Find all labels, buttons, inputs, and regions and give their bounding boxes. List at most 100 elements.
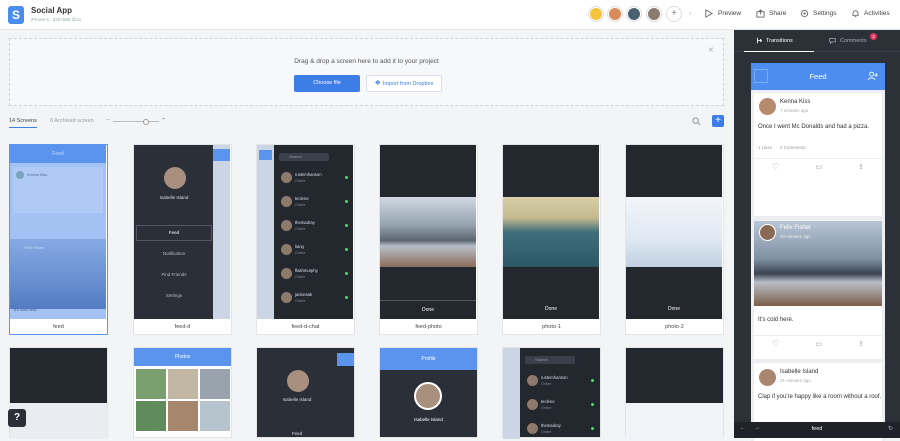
avatar[interactable] [647,7,661,21]
zoom-slider[interactable] [113,121,159,122]
chat-user-name: liang [295,244,304,249]
post-author[interactable]: Kenna Kiss [780,99,810,105]
screen-name[interactable]: feed [10,320,107,334]
screen-card-photo-1[interactable]: Done photo-1 [502,144,601,335]
add-member-button[interactable]: + [667,7,681,21]
screen-thumbnail: Isabelle Island Feed Notification Find F… [134,145,230,319]
avatar[interactable] [759,98,776,115]
avatar[interactable] [759,224,776,241]
avatar[interactable] [759,369,776,386]
gear-icon[interactable] [800,9,809,18]
share-button[interactable]: Share [769,10,786,17]
mini-feed-peek [213,145,230,319]
mini-menu-item: Notification [162,251,186,256]
comment-icon[interactable]: ▭ [815,340,822,348]
post-likes[interactable]: 1 Likes [758,145,772,150]
screen-card-profile[interactable]: Profile Isabelle Island [379,347,478,438]
heart-icon[interactable]: ♡ [772,339,779,348]
avatar [527,375,538,386]
post-author[interactable]: Isabelle Island [780,369,818,375]
screen-name[interactable]: photo-1 [503,320,600,334]
avatar[interactable] [627,7,641,21]
add-screen-button[interactable]: + [712,115,724,127]
share-icon[interactable] [756,9,765,18]
activities-button[interactable]: Activities [864,10,890,17]
search-icon[interactable] [692,117,701,126]
play-icon[interactable] [704,9,713,18]
chevron-right-icon[interactable]: › [689,10,691,17]
avatar [164,167,186,189]
chat-user-name: themadray [541,423,561,428]
photo-thumb [136,369,166,399]
zoom-out-icon[interactable]: – [106,117,109,123]
project-title[interactable]: Social App [31,6,72,15]
photo-thumb [168,369,198,399]
screen-thumbnail: Done [380,145,476,319]
chat-user-name: themadray [295,220,315,225]
screen-card-feed[interactable]: Feed Kenna Kiss Felix Fisher It's cold h… [9,144,108,335]
app-logo[interactable]: S [8,6,24,24]
project-device: iPhone 5 · 320×568 @2x [31,17,81,22]
screen-card[interactable] [625,347,724,439]
chat-user-status: Online [541,382,552,386]
choose-file-button[interactable]: Choose file [294,75,360,92]
avatar[interactable] [608,7,622,21]
tab-archived[interactable]: 0 Archived screen [50,118,94,124]
active-tab-indicator [744,51,814,52]
upload-dropzone[interactable]: Drag & drop a screen here to add it to y… [9,38,724,106]
phone-preview[interactable]: Feed Kenna Kiss 7 minutes ago Once I wen… [751,63,885,441]
tab-transitions[interactable]: Transitions [766,38,793,44]
screen-thumbnail [626,403,723,439]
avatar[interactable] [589,7,603,21]
screen-thumbnail: Feed Kenna Kiss Felix Fisher It's cold h… [10,145,106,319]
zoom-in-icon[interactable]: + [162,117,166,123]
screen-name[interactable]: feed-d-chat [257,320,354,334]
refresh-icon[interactable]: ↻ [888,425,893,432]
dropzone-text: Drag & drop a screen here to add it to y… [294,58,439,65]
share-icon[interactable]: ⇪ [858,163,864,171]
screen-card-feed-d[interactable]: Isabelle Island Feed Notification Find F… [133,144,232,335]
transitions-icon [756,37,763,44]
photo-thumb [136,401,166,431]
screen-name[interactable]: feed-photo [380,320,477,334]
post-comments[interactable]: 2 Comments [780,145,806,150]
phone-header: Feed [751,63,885,90]
mini-chat-row: rustemhanson Online [525,372,599,392]
screen-card-chat[interactable]: Search rustemhanson Online tecleno Online th… [502,347,601,439]
comment-icon[interactable]: ▭ [815,163,822,171]
bell-icon[interactable] [851,9,860,18]
screen-card-menu[interactable]: Isabelle Island Feed [256,347,355,438]
post-time: 21 minutes ago [780,378,811,383]
add-friend-icon[interactable] [867,71,878,81]
screen-card-feed-d-chat[interactable]: Search rustemhanson Online tecleno Online th… [256,144,355,335]
mini-header: Photos [134,348,231,366]
chat-user-status: Online [295,203,306,207]
selection-overlay [10,145,106,319]
preview-button[interactable]: Preview [718,10,741,17]
screen-thumbnail: Done [503,145,599,319]
settings-button[interactable]: Settings [813,10,837,17]
zoom-slider-handle[interactable] [143,119,149,125]
close-icon[interactable]: × [708,45,714,56]
chat-user-name: tecleno [541,399,555,404]
screen-name[interactable]: feed-d [134,320,231,334]
mini-done-button: Done [545,306,557,312]
mini-chat-row: flashmurphy Online [279,265,353,285]
share-icon[interactable]: ⇪ [858,340,864,348]
screen-name[interactable]: photo-2 [626,320,723,334]
screen-card-photo-2[interactable]: Done photo-2 [625,144,724,335]
screen-card-feed-photo[interactable]: Done feed-photo [379,144,478,335]
online-indicator [345,200,348,203]
heart-icon[interactable]: ♡ [772,162,779,171]
tab-comments[interactable]: Comments [840,38,867,44]
import-dropbox-button[interactable]: ❖ Import from Dropbox [366,75,442,92]
screen-thumbnail: Search rustemhanson Online tecleno Online th… [257,145,353,319]
screen-card-photos[interactable]: Photos [133,347,232,438]
tab-screens[interactable]: 14 Screens [9,118,37,124]
chat-user-status: Online [295,275,306,279]
help-button[interactable]: ? [8,409,26,427]
post-author[interactable]: Felix Fisher [780,225,811,231]
mini-chat-row: rustemhanson Online [279,169,353,189]
mini-search: Search [525,356,575,364]
avatar [281,172,292,183]
